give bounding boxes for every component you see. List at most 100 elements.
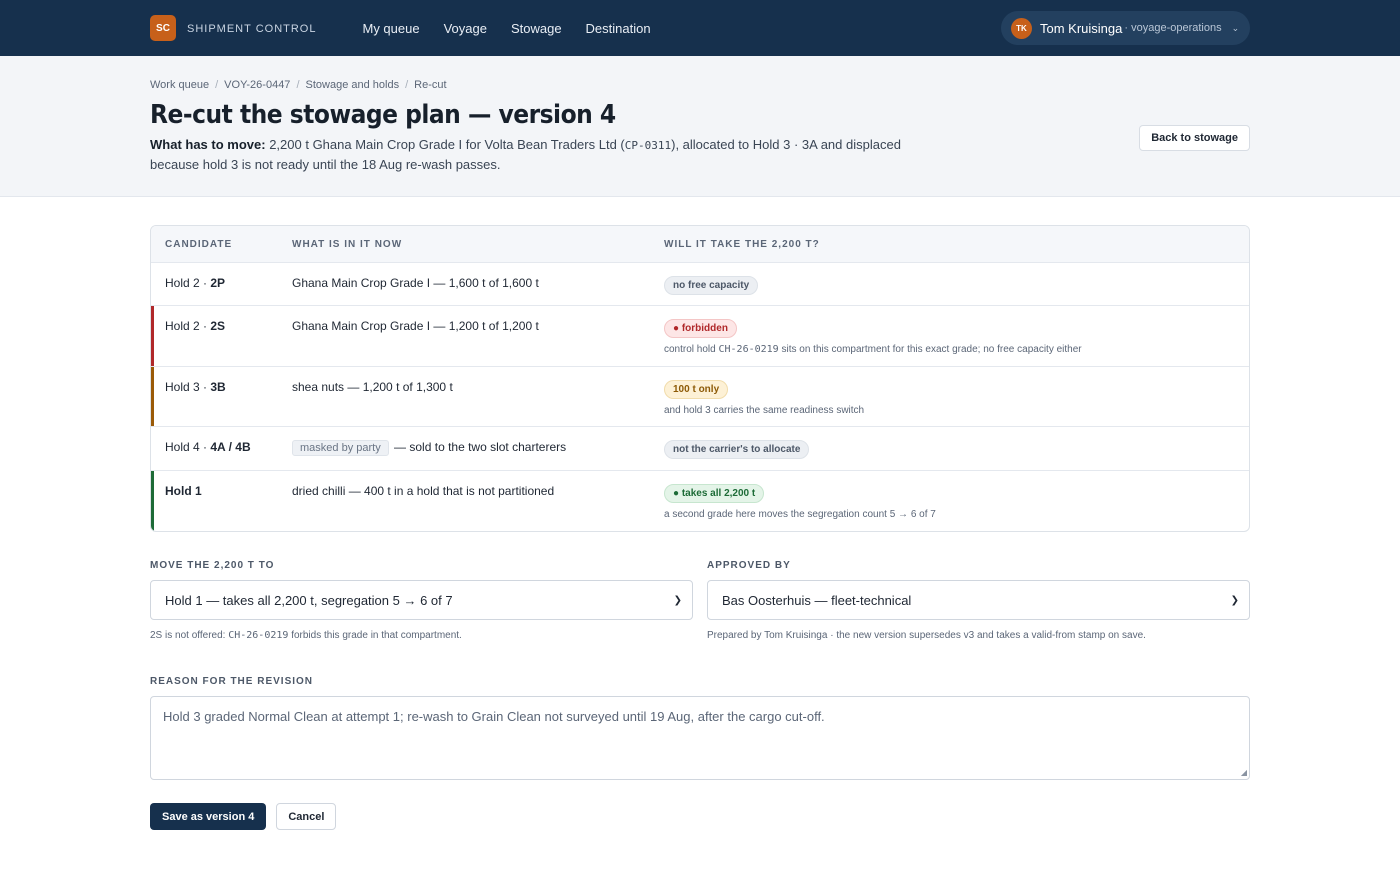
status-bar — [151, 306, 154, 366]
table-row[interactable]: Hold 3 · 3B shea nuts — 1,200 t of 1,300 … — [151, 367, 1249, 427]
table-row[interactable]: Hold 2 · 2P Ghana Main Crop Grade I — 1,6… — [151, 263, 1249, 306]
candidate-cell: Hold 3 · 3B — [151, 380, 292, 426]
chevron-down-icon: ❯ — [673, 594, 682, 606]
note-text-a: a second grade here moves the segregatio… — [664, 509, 936, 520]
contents-text: shea nuts — 1,200 t of 1,300 t — [292, 380, 453, 394]
status-badge: no free capacity — [664, 276, 759, 295]
hold-name: Hold 1 — [165, 484, 202, 498]
summary-text-a: 2,200 t Ghana Main Crop Grade I for Volt… — [269, 137, 625, 152]
user-menu[interactable]: TK Tom Kruisinga · voyage-operations ⌄ — [1001, 11, 1250, 45]
masked-badge: masked by party — [292, 440, 389, 456]
resize-handle-icon[interactable]: ◢ — [1241, 768, 1247, 777]
compartment: 3B — [210, 380, 226, 394]
note-text-a: control hold — [664, 344, 719, 355]
status-badge: not the carrier's to allocate — [664, 440, 810, 459]
logo: SC — [150, 15, 176, 41]
capacity-cell: ● forbidden control hold CH-26-0219 sits … — [664, 319, 1249, 366]
approver-label: APPROVED BY — [707, 560, 791, 571]
header-capacity: WILL IT TAKE THE 2,200 T? — [664, 238, 820, 250]
cancel-button[interactable]: Cancel — [276, 803, 337, 830]
summary-label: What has to move: — [150, 137, 266, 152]
table-row[interactable]: Hold 1 dried chilli — 400 t in a hold th… — [151, 471, 1249, 531]
save-version-button[interactable]: Save as version 4 — [150, 803, 267, 830]
move-help: 2S is not offered: CH-26-0219 forbids th… — [150, 630, 693, 641]
capacity-cell: ● takes all 2,200 t a second grade here m… — [664, 484, 1249, 531]
table-header: CANDIDATE WHAT IS IN IT NOW WILL IT TAKE… — [151, 226, 1249, 263]
move-label: MOVE THE 2,200 T TO — [150, 560, 275, 571]
page-header: Work queue / VOY-26-0447 / Stowage and holds… — [0, 56, 1400, 197]
header-contents: WHAT IS IN IT NOW — [292, 238, 403, 250]
back-to-stowage-button[interactable]: Back to stowage — [1139, 125, 1250, 151]
contents-cell: shea nuts — 1,200 t of 1,300 t — [292, 380, 664, 426]
capacity-cell: no free capacity — [664, 276, 1249, 305]
contents-text: Ghana Main Crop Grade I — 1,200 t of 1,2… — [292, 319, 539, 333]
header-candidate: CANDIDATE — [165, 238, 233, 250]
reason-value: Hold 3 graded Normal Clean at attempt 1;… — [163, 709, 825, 724]
crumb-voyage[interactable]: VOY-26-0447 — [224, 79, 290, 91]
move-help-code: CH-26-0219 — [228, 630, 289, 641]
main-nav: My queue Voyage Stowage Destination — [362, 21, 674, 36]
hold-name: Hold 4 · — [165, 440, 208, 454]
move-help-text-a: 2S is not offered: — [150, 630, 229, 641]
user-name: Tom Kruisinga — [1040, 20, 1123, 36]
page-summary: What has to move: 2,200 t Ghana Main Cro… — [150, 135, 950, 174]
approver-field: APPROVED BY Bas Oosterhuis — fleet-techn… — [707, 560, 1250, 641]
top-bar: SC SHIPMENT CONTROL My queue Voyage Stowag… — [0, 0, 1400, 56]
reason-textarea[interactable]: Hold 3 graded Normal Clean at attempt 1;… — [150, 696, 1250, 780]
capacity-note: a second grade here moves the segregatio… — [664, 509, 1249, 520]
candidate-cell: Hold 4 · 4A / 4B — [151, 440, 292, 470]
chevron-down-icon: ❯ — [1230, 594, 1239, 606]
capacity-cell: 100 t only and hold 3 carries the same re… — [664, 380, 1249, 426]
move-selected-value: Hold 1 — takes all 2,200 t, segregation … — [165, 592, 453, 608]
compartment: 2S — [210, 319, 226, 333]
compartment: 4A / 4B — [210, 440, 251, 454]
approver-selected-value: Bas Oosterhuis — fleet-technical — [722, 592, 912, 608]
crumb-separator: / — [296, 79, 300, 91]
candidate-table: CANDIDATE WHAT IS IN IT NOW WILL IT TAKE… — [150, 225, 1250, 532]
move-help-text-b: forbids this grade in that compartment. — [288, 630, 462, 641]
nav-voyage[interactable]: Voyage — [444, 21, 487, 36]
contents-cell: masked by party — sold to the two slot c… — [292, 440, 664, 470]
contents-text: dried chilli — 400 t in a hold that is n… — [292, 484, 555, 498]
status-badge: 100 t only — [664, 380, 729, 399]
crumb-separator: / — [215, 79, 219, 91]
contents-cell: Ghana Main Crop Grade I — 1,200 t of 1,2… — [292, 319, 664, 366]
approver-help: Prepared by Tom Kruisinga · the new vers… — [707, 630, 1146, 641]
approver-select[interactable]: Bas Oosterhuis — fleet-technical ❯ — [707, 580, 1250, 620]
summary-code: CP-0311 — [624, 139, 672, 152]
crumb-separator: / — [405, 79, 409, 91]
note-text-b: sits on this compartment for this exact … — [778, 344, 1082, 355]
candidate-cell: Hold 2 · 2P — [151, 276, 292, 305]
hold-name: Hold 3 · — [165, 380, 208, 394]
candidate-cell: Hold 1 — [151, 484, 292, 531]
contents-text: — sold to the two slot charterers — [394, 440, 567, 454]
nav-stowage[interactable]: Stowage — [511, 21, 562, 36]
table-row[interactable]: Hold 4 · 4A / 4B masked by party — sold t… — [151, 427, 1249, 471]
reason-label: REASON FOR THE REVISION — [150, 676, 314, 687]
contents-text: Ghana Main Crop Grade I — 1,600 t of 1,6… — [292, 276, 539, 290]
nav-destination[interactable]: Destination — [586, 21, 651, 36]
crumb-current: Re-cut — [414, 79, 447, 91]
hold-name: Hold 2 · — [165, 276, 208, 290]
status-badge: ● forbidden — [664, 319, 737, 338]
form-actions: Save as version 4 Cancel — [150, 803, 337, 830]
crumb-stowage[interactable]: Stowage and holds — [306, 79, 400, 91]
allocation-form: MOVE THE 2,200 T TO Hold 1 — takes all 2… — [150, 560, 1250, 641]
breadcrumb: Work queue / VOY-26-0447 / Stowage and holds… — [150, 79, 1250, 91]
crumb-work-queue[interactable]: Work queue — [150, 79, 209, 91]
capacity-cell: not the carrier's to allocate — [664, 440, 1249, 470]
avatar: TK — [1011, 17, 1032, 39]
move-select[interactable]: Hold 1 — takes all 2,200 t, segregation … — [150, 580, 693, 620]
chevron-down-icon: ⌄ — [1231, 22, 1240, 33]
status-bar — [151, 471, 154, 531]
hold-name: Hold 2 · — [165, 319, 208, 333]
table-row[interactable]: Hold 2 · 2S Ghana Main Crop Grade I — 1,2… — [151, 306, 1249, 367]
capacity-note: control hold CH-26-0219 sits on this com… — [664, 344, 1249, 355]
contents-cell: Ghana Main Crop Grade I — 1,600 t of 1,6… — [292, 276, 664, 305]
user-role: · voyage-operations — [1124, 22, 1222, 34]
candidate-cell: Hold 2 · 2S — [151, 319, 292, 366]
note-code: CH-26-0219 — [718, 344, 779, 355]
note-text-a: and hold 3 carries the same readiness sw… — [664, 405, 865, 416]
nav-my-queue[interactable]: My queue — [362, 21, 419, 36]
page-title: Re-cut the stowage plan — version 4 — [150, 100, 616, 130]
